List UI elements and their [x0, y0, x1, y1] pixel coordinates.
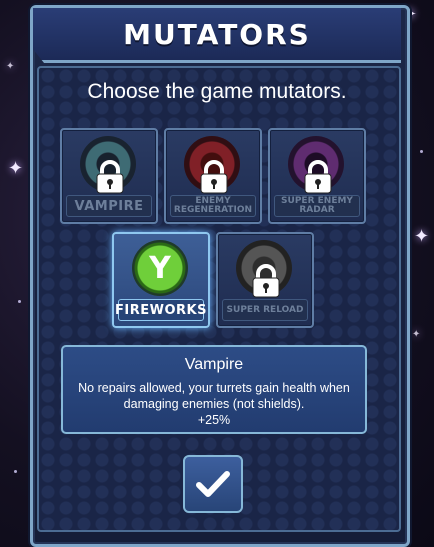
lock-icon: [252, 264, 280, 298]
lock-icon: [304, 160, 332, 194]
mutator-description-title: Vampire: [184, 356, 244, 373]
background-star: ✦: [414, 226, 430, 247]
title-bar: MUTATORS: [33, 8, 401, 63]
mutator-card-fireworks[interactable]: Y FIREWORKS: [112, 232, 210, 328]
mutator-description-panel: Vampire No repairs allowed, your turrets…: [61, 345, 367, 434]
mutator-label: SUPER RELOAD: [222, 299, 308, 321]
background-star: ✦: [8, 158, 24, 179]
mutator-label: VAMPIRE: [66, 195, 152, 217]
mutator-card-super-reload[interactable]: SUPER RELOAD: [216, 232, 314, 328]
background-star: ✦: [412, 329, 421, 340]
background-dot: [18, 300, 21, 303]
background-star: ✦: [6, 61, 15, 72]
mutator-card-enemy-regeneration[interactable]: ENEMY REGENERATION: [164, 128, 262, 224]
checkmark-icon: [196, 471, 230, 497]
background-dot: [14, 470, 17, 473]
fireworks-glyph: Y: [149, 250, 171, 286]
lock-icon: [96, 160, 124, 194]
mutator-label: FIREWORKS: [115, 299, 206, 321]
instruction-text: Choose the game mutators.: [87, 80, 347, 103]
background-dot: [420, 150, 423, 153]
mutator-card-vampire[interactable]: VAMPIRE: [60, 128, 158, 224]
mutator-label: SUPER ENEMY RADAR: [274, 195, 360, 217]
dialog-title: MUTATORS: [123, 17, 311, 51]
mutator-description-text: No repairs allowed, your turrets gain he…: [75, 380, 353, 428]
confirm-button[interactable]: [183, 455, 243, 513]
mutator-card-super-enemy-radar[interactable]: SUPER ENEMY RADAR: [268, 128, 366, 224]
fireworks-icon: Y: [132, 240, 188, 296]
mutator-bonus: +25%: [197, 413, 231, 427]
mutator-label: ENEMY REGENERATION: [170, 195, 256, 217]
mutator-description-body: No repairs allowed, your turrets gain he…: [78, 381, 350, 411]
lock-icon: [200, 160, 228, 194]
